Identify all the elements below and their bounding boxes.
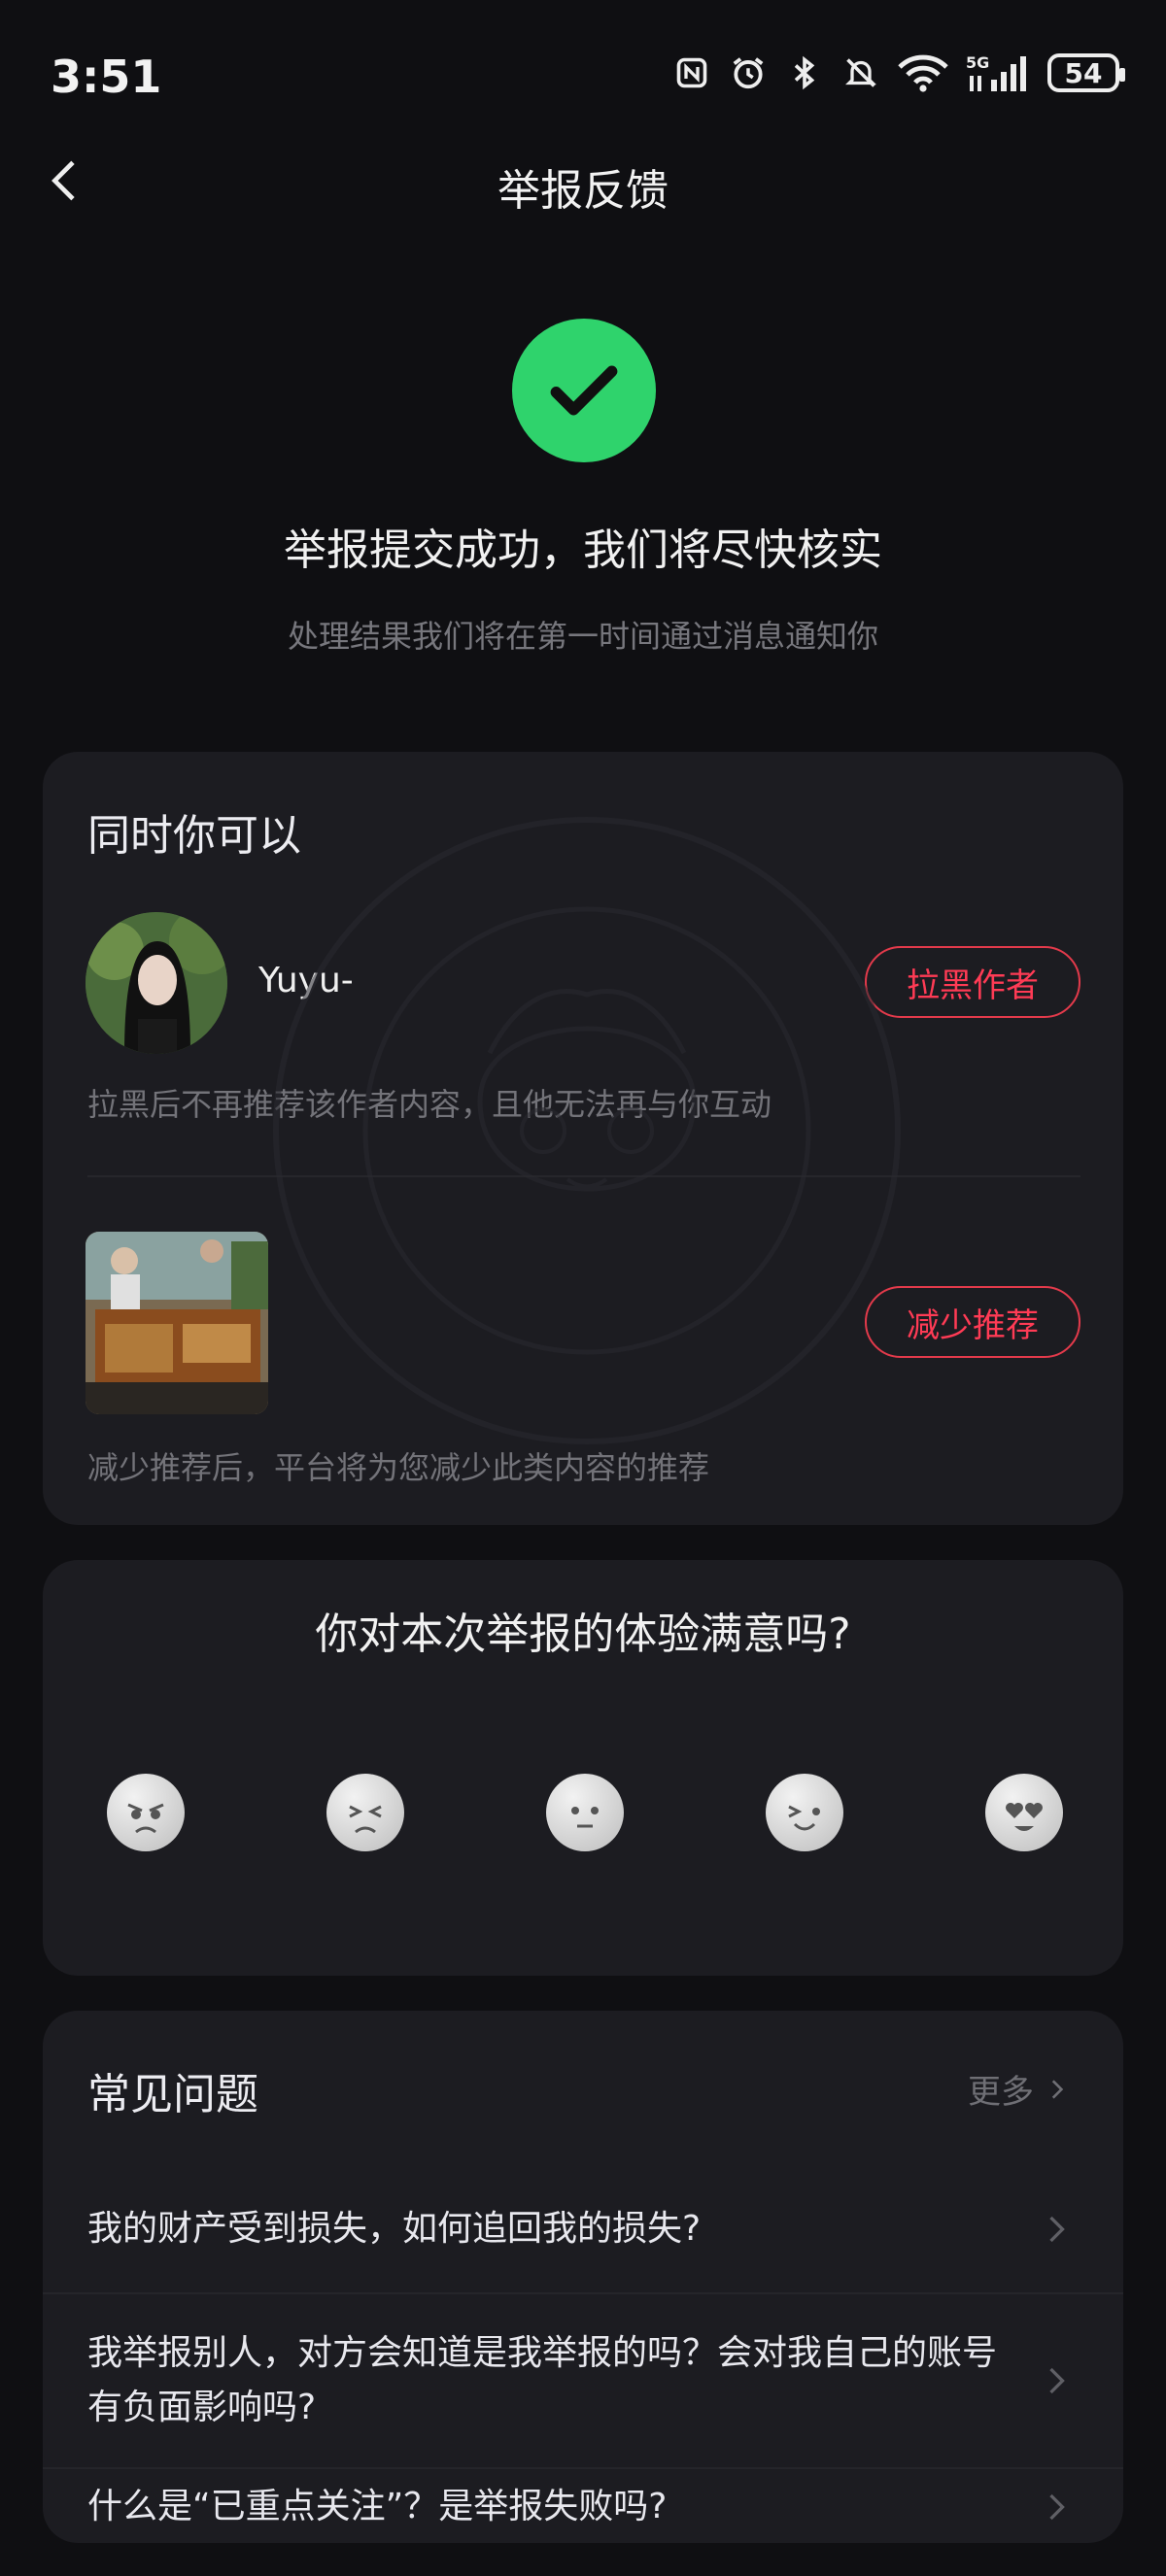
watermark-seal xyxy=(273,817,901,1444)
mute-icon xyxy=(841,53,880,92)
block-author-desc: 拉黑后不再推荐该作者内容，且他无法再与你互动 xyxy=(87,1086,772,1123)
actions-card: 同时你可以 Yuyu- 拉黑作者 拉黑后不再推荐该作者内容，且他无法再与你互动 xyxy=(43,752,1123,1525)
author-name: Yuyu- xyxy=(258,961,354,1000)
faq-question: 我的财产受到损失，如何追回我的损失? xyxy=(87,2209,702,2249)
faq-more-link[interactable]: 更多 xyxy=(968,2065,1069,2113)
actions-title: 同时你可以 xyxy=(87,811,301,861)
unhappy-face-icon[interactable] xyxy=(326,1774,404,1851)
faq-item[interactable]: 我举报别人，对方会知道是我举报的吗？会对我自己的账号有负面影响吗? xyxy=(43,2292,1123,2467)
faq-card: 常见问题 更多 我的财产受到损失，如何追回我的损失? 我举报别人，对方会知道是我… xyxy=(43,2011,1123,2543)
faq-question: 什么是“已重点关注”？是举报失败吗? xyxy=(87,2487,668,2526)
header: 举报反馈 xyxy=(0,136,1166,223)
battery-icon: 54 xyxy=(1047,53,1125,92)
survey-card: 你对本次举报的体验满意吗? xyxy=(43,1560,1123,1976)
heart-eyes-face-icon[interactable] xyxy=(985,1774,1063,1851)
bluetooth-icon xyxy=(785,53,824,92)
rating-options xyxy=(107,1774,1063,1851)
status-bar: 3:51 5G 54 xyxy=(0,0,1166,146)
divider xyxy=(87,1175,1080,1177)
nfc-icon xyxy=(672,53,711,92)
reduce-recommend-desc: 减少推荐后，平台将为您减少此类内容的推荐 xyxy=(87,1449,710,1486)
alarm-icon xyxy=(729,53,768,92)
faq-item[interactable]: 我的财产受到损失，如何追回我的损失? xyxy=(43,2166,1123,2292)
smile-face-icon[interactable] xyxy=(766,1774,843,1851)
chevron-right-icon xyxy=(1049,2367,1065,2394)
faq-question: 我举报别人，对方会知道是我举报的吗？会对我自己的账号有负面影响吗? xyxy=(87,2333,998,2427)
wifi-icon xyxy=(898,53,948,92)
reduce-recommend-button[interactable]: 减少推荐 xyxy=(865,1286,1080,1358)
page-title: 举报反馈 xyxy=(497,166,669,216)
status-icons: 5G 54 xyxy=(672,53,1125,92)
status-time: 3:51 xyxy=(51,51,162,103)
success-title: 举报提交成功，我们将尽快核实 xyxy=(284,525,882,575)
chevron-right-icon xyxy=(1051,2079,1064,2099)
chevron-right-icon xyxy=(1049,2216,1065,2243)
success-subtitle: 处理结果我们将在第一时间通过消息通知你 xyxy=(287,618,878,655)
success-check-icon xyxy=(512,319,656,462)
block-author-button[interactable]: 拉黑作者 xyxy=(865,946,1080,1018)
svg-text:5G: 5G xyxy=(966,53,989,72)
5g-signal-icon: 5G xyxy=(966,53,1030,92)
survey-question: 你对本次举报的体验满意吗? xyxy=(315,1610,851,1659)
author-avatar[interactable] xyxy=(86,912,227,1054)
battery-level: 54 xyxy=(1064,56,1103,89)
faq-item[interactable]: 什么是“已重点关注”？是举报失败吗? xyxy=(43,2467,1123,2543)
chevron-right-icon xyxy=(1049,2493,1065,2521)
very-angry-face-icon[interactable] xyxy=(107,1774,185,1851)
faq-title: 常见问题 xyxy=(87,2070,258,2119)
content-thumbnail[interactable] xyxy=(86,1232,268,1414)
faq-more-label: 更多 xyxy=(968,2073,1034,2112)
neutral-face-icon[interactable] xyxy=(546,1774,624,1851)
